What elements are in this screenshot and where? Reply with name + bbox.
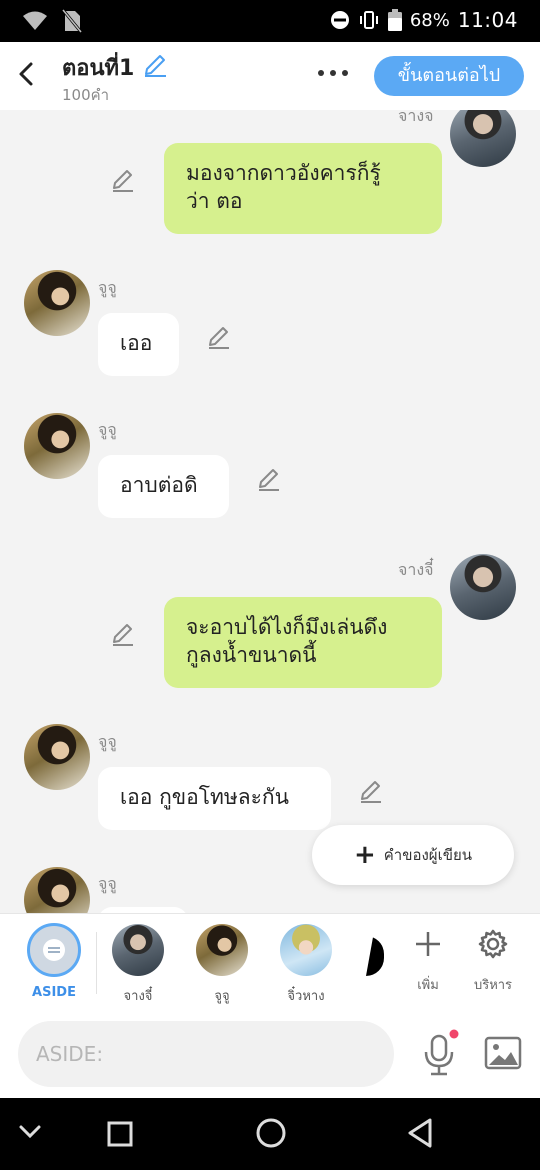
message-bubble[interactable]: เออ <box>98 313 179 376</box>
sender-name: จูจู <box>98 874 117 893</box>
avatar[interactable] <box>450 554 516 620</box>
divider <box>96 932 97 994</box>
system-nav-bar <box>0 1098 540 1170</box>
status-bar: 68% 11:04 <box>0 0 540 42</box>
more-options-icon[interactable] <box>318 70 348 76</box>
add-character-button[interactable]: เพิ่ม <box>398 914 458 1013</box>
wifi-icon <box>23 11 47 30</box>
chat-bubble-icon <box>43 939 65 961</box>
edit-pencil-icon[interactable] <box>256 466 282 492</box>
avatar <box>112 924 164 976</box>
add-label: เพิ่ม <box>417 978 439 993</box>
message-line: กูลงน้ำขนาดนี้ <box>186 643 317 667</box>
avatar[interactable] <box>24 867 90 913</box>
word-count: 100คำ <box>62 86 110 104</box>
character-jiohang[interactable]: จิ๋วหาง <box>266 914 346 1013</box>
edit-pencil-icon[interactable] <box>110 621 136 647</box>
battery-icon <box>387 9 402 31</box>
clock: 11:04 <box>457 8 518 32</box>
character-label: จิ๋วหาง <box>287 989 325 1004</box>
character-jangji[interactable]: จางจี๋ <box>98 914 178 1013</box>
character-juju[interactable]: จูจู <box>182 914 262 1013</box>
message-line: จะอาบได้ไงก็มึงเล่นดึง <box>186 615 388 639</box>
avatar[interactable] <box>24 724 90 790</box>
image-icon[interactable] <box>484 1036 522 1070</box>
edit-pencil-icon[interactable] <box>206 324 232 350</box>
character-label: ASIDE <box>32 985 76 1000</box>
app-header: ตอนที่1 100คำ ขั้นตอนต่อไป <box>0 42 540 110</box>
chat-area[interactable]: จางจ มองจากดาวอังคารก็รู้ ว่า ตอ จูจู เอ… <box>0 110 540 913</box>
gear-icon <box>478 929 508 959</box>
author-note-label: คำของผู้เขียน <box>383 846 473 864</box>
battery-percent: 68% <box>409 9 450 31</box>
character-bar: ASIDE จางจี๋ จูจู จิ๋วหาง เพิ่ม บริหาร <box>0 913 540 1012</box>
sender-name: จูจู <box>98 732 117 751</box>
no-sim-icon <box>62 9 82 33</box>
episode-title: ตอนที่1 <box>62 56 135 81</box>
aside-avatar[interactable] <box>27 923 81 977</box>
character-label: จางจี๋ <box>123 989 153 1004</box>
character-label: จูจู <box>214 989 230 1004</box>
plus-icon: + <box>353 840 376 870</box>
message-bubble[interactable]: เออ กูขอโทษละกัน <box>98 767 331 830</box>
message-line: อาบต่อดิ <box>120 473 198 497</box>
message-input[interactable]: ASIDE: <box>18 1021 394 1087</box>
avatar[interactable] <box>24 270 90 336</box>
microphone-icon[interactable] <box>420 1028 460 1078</box>
home-circle-icon[interactable] <box>254 1116 288 1150</box>
edit-pencil-icon[interactable] <box>358 778 384 804</box>
back-triangle-icon[interactable] <box>404 1116 436 1150</box>
message-bubble[interactable]: อาบต่อดิ <box>98 455 229 518</box>
message-bubble[interactable]: จะอาบได้ไงก็มึงเล่นดึง กูลงน้ำขนาดนี้ <box>164 597 442 688</box>
sender-name: จางจ <box>398 110 434 125</box>
manage-label: บริหาร <box>473 978 513 993</box>
sender-name: จูจู <box>98 420 117 439</box>
dnd-icon <box>330 11 349 29</box>
partial-character-avatar[interactable] <box>366 936 384 976</box>
message-input-bar: ASIDE: <box>0 1012 540 1098</box>
message-line: เออ กูขอโทษละกัน <box>120 785 289 809</box>
avatar[interactable] <box>24 413 90 479</box>
next-step-button[interactable]: ขั้นตอนต่อไป <box>374 56 524 96</box>
manage-button[interactable]: บริหาร <box>463 914 523 1013</box>
plus-icon <box>416 932 440 956</box>
recents-square-icon[interactable] <box>106 1120 134 1148</box>
back-arrow-icon[interactable] <box>14 58 38 90</box>
message-line: เออ <box>120 331 153 355</box>
author-note-button[interactable]: + คำของผู้เขียน <box>312 825 514 885</box>
edit-title-pencil-icon[interactable] <box>142 52 168 78</box>
avatar <box>280 924 332 976</box>
message-bubble[interactable]: มองจากดาวอังคารก็รู้ ว่า ตอ <box>164 143 442 234</box>
sender-name: จางจี๋ <box>398 560 434 579</box>
message-line: ว่า ตอ <box>186 189 243 213</box>
message-line: มองจากดาวอังคารก็รู้ <box>186 161 381 185</box>
sender-name: จูจู <box>98 278 117 297</box>
edit-pencil-icon[interactable] <box>110 167 136 193</box>
avatar <box>196 924 248 976</box>
avatar[interactable] <box>450 110 516 167</box>
chevron-down-icon[interactable] <box>18 1124 42 1140</box>
vibrate-icon <box>359 11 378 29</box>
